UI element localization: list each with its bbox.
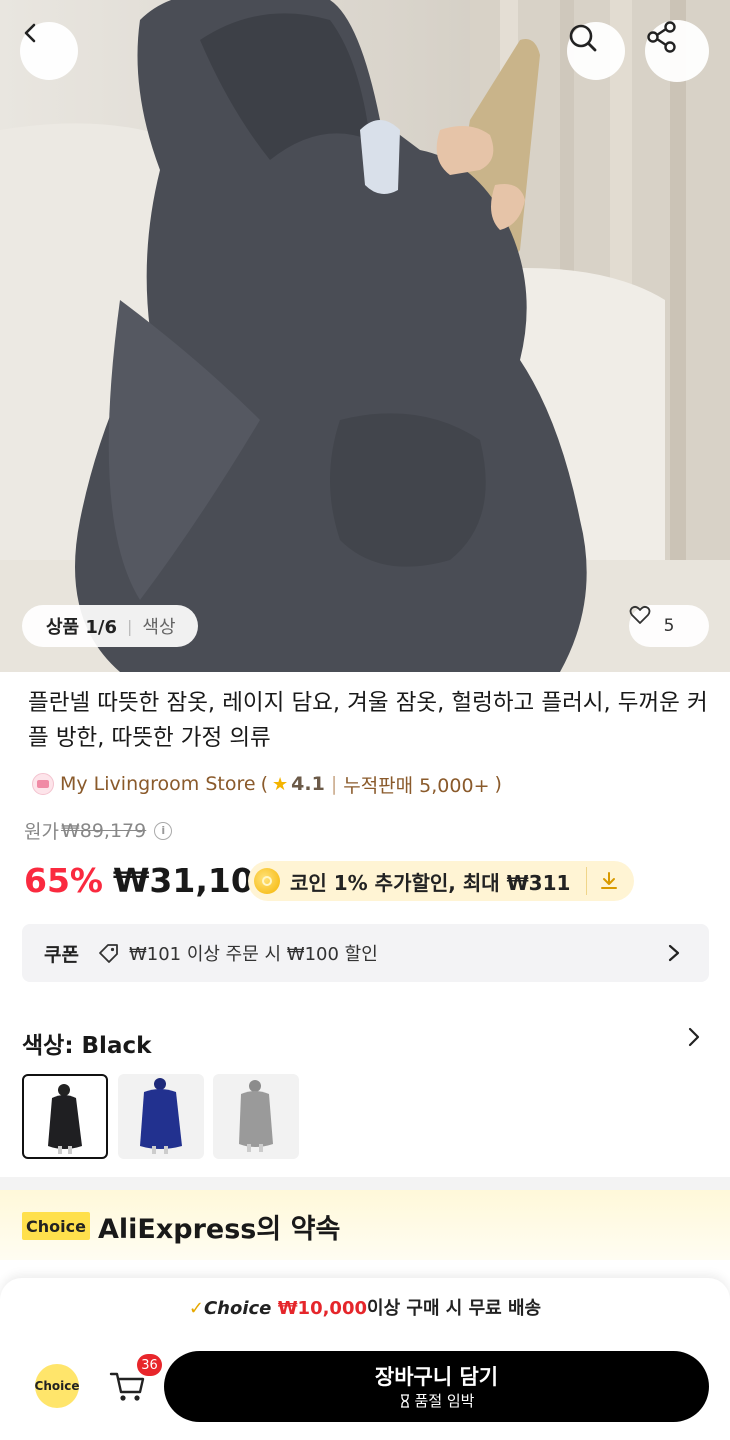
store-paren-open: ( bbox=[260, 773, 268, 795]
add-to-cart-button[interactable]: 장바구니 담기 품절 임박 bbox=[164, 1351, 709, 1422]
color-selection-title: 색상: Black bbox=[22, 1033, 152, 1059]
product-title: 플란넬 따뜻한 잠옷, 레이지 담요, 겨울 잠옷, 헐렁하고 플러시, 두꺼운… bbox=[28, 690, 708, 751]
tab-color[interactable]: 색상 bbox=[142, 613, 175, 639]
back-button[interactable] bbox=[20, 22, 78, 80]
wishlist-button[interactable]: 5 bbox=[629, 605, 709, 647]
stock-note: 품절 임박 bbox=[399, 1391, 475, 1411]
free-shipping-notice: ✓Choice ₩10,000이상 구매 시 무료 배송 bbox=[0, 1294, 730, 1320]
section-divider bbox=[0, 1177, 730, 1190]
hourglass-icon bbox=[400, 1393, 409, 1408]
free-shipping-threshold: ₩10,000 bbox=[277, 1298, 368, 1319]
coin-icon bbox=[254, 868, 280, 894]
original-price-label: 원가 bbox=[24, 821, 59, 843]
price-row: 65% ₩31,100 bbox=[24, 855, 277, 905]
store-paren-close: ) bbox=[494, 773, 502, 795]
store-rating: 4.1 bbox=[291, 773, 325, 795]
product-image[interactable]: 상품 1/6 | 색상 5 bbox=[0, 0, 730, 672]
image-counter[interactable]: 상품 1/6 bbox=[46, 613, 117, 639]
cart-count-badge: 36 bbox=[137, 1354, 162, 1376]
original-price-row: 원가 ₩89,179 i bbox=[24, 817, 173, 844]
bottom-action-bar: ✓Choice ₩10,000이상 구매 시 무료 배송 Choice 장바구니… bbox=[0, 1278, 730, 1440]
gallery-tabs[interactable]: 상품 1/6 | 색상 bbox=[22, 605, 198, 647]
tag-icon bbox=[99, 944, 118, 963]
store-name: My Livingroom Store bbox=[60, 773, 256, 795]
store-logo-icon bbox=[32, 773, 54, 795]
choice-promise-banner[interactable]: Choice AliExpress의 약속 bbox=[0, 1190, 730, 1260]
tab-divider: | bbox=[127, 616, 133, 636]
search-button[interactable] bbox=[567, 22, 625, 80]
color-swatch-black[interactable] bbox=[22, 1074, 108, 1159]
check-icon: ✓ bbox=[188, 1298, 204, 1319]
coin-discount-chip[interactable]: 코인 1% 추가할인, 최대 ₩311 bbox=[248, 861, 634, 901]
star-icon: ★ bbox=[272, 773, 289, 795]
share-icon bbox=[647, 21, 676, 53]
share-button[interactable] bbox=[645, 20, 709, 82]
choice-button[interactable]: Choice bbox=[35, 1364, 79, 1408]
add-to-cart-label: 장바구니 담기 bbox=[374, 1364, 499, 1389]
chevron-right-icon bbox=[668, 944, 680, 962]
free-shipping-text: 이상 구매 시 무료 배송 bbox=[367, 1298, 542, 1319]
coupon-label: 쿠폰 bbox=[44, 943, 79, 966]
color-swatch-gray[interactable] bbox=[213, 1074, 299, 1159]
stock-note-text: 품절 임박 bbox=[414, 1391, 475, 1410]
color-swatch-navy[interactable] bbox=[118, 1074, 204, 1159]
store-link[interactable]: My Livingroom Store ( ★ 4.1 | 누적판매 5,000… bbox=[32, 770, 502, 798]
choice-badge: Choice bbox=[22, 1212, 90, 1240]
coupon-text: ₩101 이상 주문 시 ₩100 할인 bbox=[128, 944, 378, 965]
coin-divider bbox=[586, 867, 587, 895]
wishlist-count: 5 bbox=[663, 616, 675, 636]
choice-label: Choice bbox=[203, 1298, 272, 1319]
product-photo bbox=[0, 0, 730, 672]
promise-title: AliExpress의 약속 bbox=[98, 1214, 341, 1245]
swatch-image bbox=[239, 1080, 273, 1152]
info-icon[interactable]: i bbox=[154, 821, 173, 840]
swatch-image bbox=[48, 1084, 82, 1154]
swatch-image bbox=[140, 1078, 182, 1154]
coin-discount-text: 코인 1% 추가할인, 최대 ₩311 bbox=[290, 870, 571, 895]
coupon-row[interactable]: 쿠폰 ₩101 이상 주문 시 ₩100 할인 bbox=[22, 924, 709, 982]
original-price: ₩89,179 bbox=[60, 819, 147, 842]
chevron-left-icon bbox=[24, 23, 36, 43]
store-divider: | bbox=[330, 773, 338, 795]
discount-percent: 65% bbox=[24, 860, 103, 900]
chevron-right-icon[interactable] bbox=[686, 1026, 702, 1048]
store-sales: 누적판매 5,000+ bbox=[343, 774, 490, 797]
download-icon[interactable] bbox=[598, 870, 620, 892]
search-icon bbox=[569, 24, 597, 52]
heart-icon bbox=[629, 605, 651, 624]
